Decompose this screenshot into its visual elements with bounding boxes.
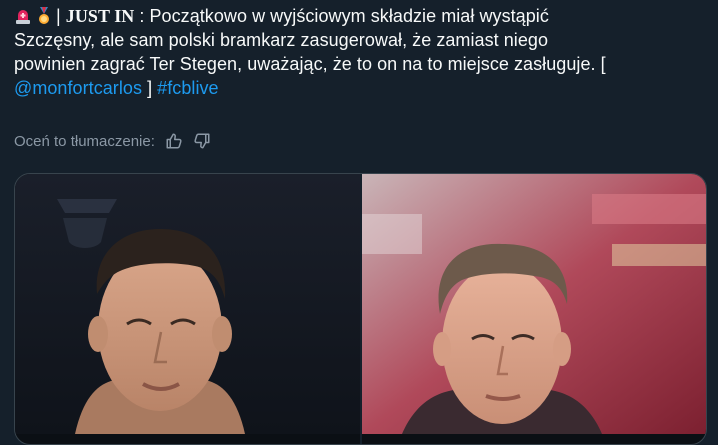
tweet-line-2: Szczęsny, ale sam polski bramkarz zasuge… xyxy=(14,30,549,50)
rotating-light-emoji-icon xyxy=(14,7,32,25)
tweet-line-1-text: : Początkowo w wyjściowym składzie miał … xyxy=(134,6,549,26)
wojciech-szczesny-photo[interactable] xyxy=(15,174,362,444)
translation-rating-label: Oceń to tłumaczenie: xyxy=(14,132,155,150)
ter-stegen-photo[interactable] xyxy=(362,174,706,444)
mention-link[interactable]: @monfortcarlos xyxy=(14,78,142,98)
thumbs-down-icon[interactable] xyxy=(193,132,211,150)
translation-rating: Oceń to tłumaczenie: xyxy=(14,131,211,151)
tweet-line-3: powinien zagrać Ter Stegen, uważając, że… xyxy=(14,54,606,74)
tweet-line-1: | JUST IN : Początkowo w wyjściowym skła… xyxy=(14,4,704,28)
medal-emoji-icon xyxy=(35,7,53,25)
just-in-label: JUST IN xyxy=(65,6,135,26)
tweet-media[interactable] xyxy=(14,173,707,445)
tweet-text: | JUST IN : Początkowo w wyjściowym skła… xyxy=(14,4,704,100)
bracket-close: ] xyxy=(142,78,158,98)
hashtag-link[interactable]: #fcblive xyxy=(157,78,218,98)
tweet-separator: | xyxy=(56,6,66,26)
thumbs-up-icon[interactable] xyxy=(165,132,183,150)
tweet-line-4: @monfortcarlos ] #fcblive xyxy=(14,76,704,100)
